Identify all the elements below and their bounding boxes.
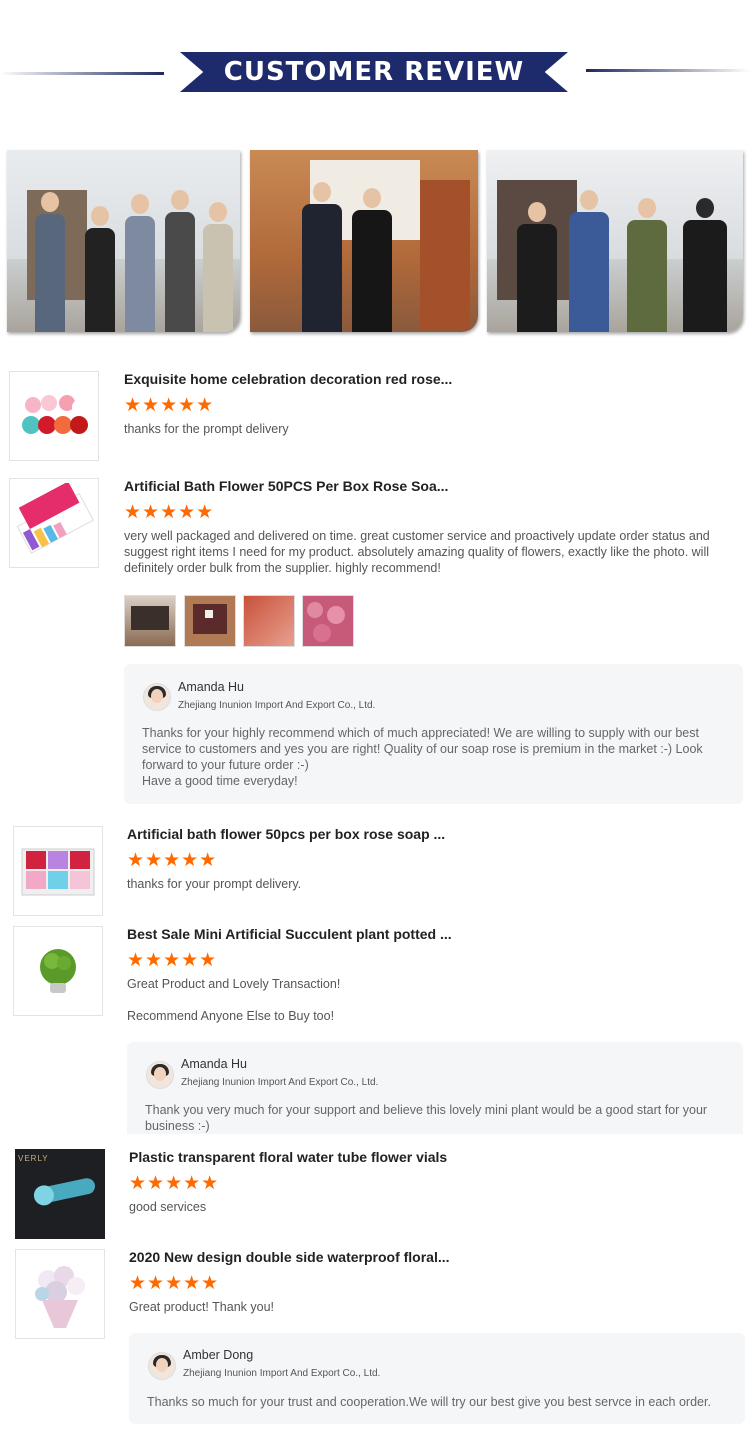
- soap-rose-box-image: [21, 848, 95, 896]
- seller-company: Zhejiang Inunion Import And Export Co., …: [178, 700, 376, 711]
- seller-reply: Amber Dong Zhejiang Inunion Import And E…: [129, 1333, 745, 1424]
- review-title[interactable]: Best Sale Mini Artificial Succulent plan…: [127, 926, 452, 942]
- star-rating: ★★★★★: [127, 950, 218, 971]
- seller-name: Amanda Hu: [178, 680, 245, 694]
- soap-rose-box-image: [16, 483, 94, 554]
- section-banner: CUSTOMER REVIEW: [180, 52, 568, 92]
- thumb-brand-text: VERLY: [18, 1154, 49, 1163]
- seller-avatar: [148, 1352, 176, 1380]
- star-rating: ★★★★★: [127, 850, 218, 871]
- review-title[interactable]: Exquisite home celebration decoration re…: [124, 371, 452, 387]
- review-photo-3[interactable]: [243, 595, 295, 647]
- product-thumbnail[interactable]: [9, 478, 99, 568]
- review-title[interactable]: Artificial bath flower 50pcs per box ros…: [127, 826, 445, 842]
- seller-avatar: [143, 683, 171, 711]
- reply-text: Thanks so much for your trust and cooper…: [147, 1395, 711, 1409]
- review-text: Great product! Thank you!: [129, 1300, 274, 1314]
- star-rating: ★★★★★: [129, 1173, 220, 1194]
- reply-text-2: Have a good time everyday!: [142, 774, 298, 788]
- product-thumbnail[interactable]: [13, 926, 103, 1016]
- product-thumbnail[interactable]: [13, 826, 103, 916]
- seller-company: Zhejiang Inunion Import And Export Co., …: [181, 1077, 379, 1088]
- review-title[interactable]: 2020 New design double side waterproof f…: [129, 1249, 450, 1265]
- rose-bear-image: [22, 395, 88, 434]
- seller-name: Amanda Hu: [181, 1057, 248, 1071]
- review-text: good services: [129, 1200, 207, 1214]
- customer-photo-2: [250, 150, 478, 332]
- seller-reply: Amanda Hu Zhejiang Inunion Import And Ex…: [127, 1042, 743, 1134]
- reply-text: Thank you very much for your support and…: [145, 1103, 708, 1133]
- seller-reply: Amanda Hu Zhejiang Inunion Import And Ex…: [124, 664, 743, 804]
- seller-company: Zhejiang Inunion Import And Export Co., …: [183, 1368, 381, 1379]
- review-text: Great Product and Lovely Transaction!: [127, 977, 341, 991]
- floral-wrap-bouquet-image: [35, 1266, 85, 1328]
- star-rating: ★★★★★: [124, 502, 215, 523]
- review-title[interactable]: Plastic transparent floral water tube fl…: [129, 1149, 447, 1165]
- header-divider-right: [586, 69, 750, 72]
- header-divider-left: [0, 72, 164, 75]
- review-text-2: Recommend Anyone Else to Buy too!: [127, 1009, 335, 1023]
- review-text: thanks for the prompt delivery: [124, 422, 289, 436]
- review-photo-4[interactable]: [302, 595, 354, 647]
- star-rating: ★★★★★: [129, 1273, 220, 1294]
- succulent-plant-image: [40, 949, 76, 993]
- review-text: thanks for your prompt delivery.: [127, 877, 302, 891]
- customer-photo-3: [487, 150, 743, 332]
- reply-text: Thanks for your highly recommend which o…: [142, 726, 703, 772]
- product-thumbnail[interactable]: VERLY: [15, 1149, 105, 1239]
- customer-photo-1: [7, 150, 240, 332]
- review-photo-1[interactable]: [124, 595, 176, 647]
- review-photo-2[interactable]: [184, 595, 236, 647]
- seller-name: Amber Dong: [183, 1348, 254, 1362]
- review-title[interactable]: Artificial Bath Flower 50PCS Per Box Ros…: [124, 478, 448, 494]
- water-tube-image: [33, 1178, 95, 1206]
- product-thumbnail[interactable]: [15, 1249, 105, 1339]
- product-thumbnail[interactable]: [9, 371, 99, 461]
- star-rating: ★★★★★: [124, 395, 215, 416]
- seller-avatar: [146, 1061, 174, 1089]
- section-title: CUSTOMER REVIEW: [223, 57, 525, 87]
- review-text: very well packaged and delivered on time…: [124, 529, 710, 575]
